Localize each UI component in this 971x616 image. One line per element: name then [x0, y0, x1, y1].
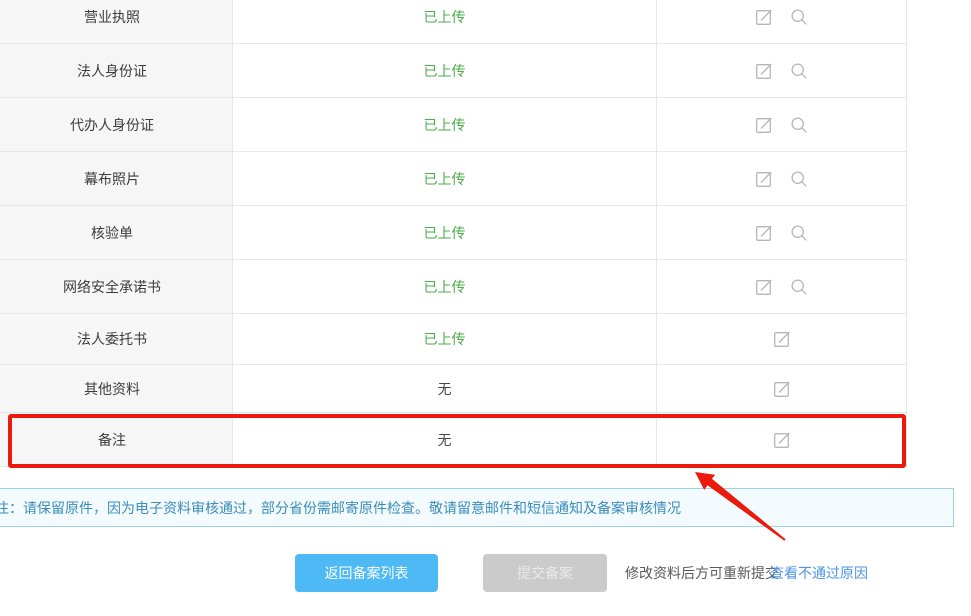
status-cell: 已上传 [233, 0, 657, 43]
actions-cell [657, 413, 906, 466]
search-icon[interactable] [789, 115, 809, 135]
document-type-cell: 法人身份证 [0, 44, 233, 97]
edit-icon[interactable] [754, 115, 774, 135]
document-type-cell: 代办人身份证 [0, 98, 233, 151]
table-row: 法人身份证 已上传 [0, 44, 906, 98]
status-text: 已上传 [424, 223, 466, 243]
edit-icon[interactable] [754, 7, 774, 27]
documents-table: 营业执照已上传法人身份证已上传代办人身份证已上传幕布照片已上传核验单已上传网络安… [0, 0, 907, 467]
table-row: 备注 无 [0, 413, 906, 467]
table-row: 核验单 已上传 [0, 206, 906, 260]
edit-icon[interactable] [754, 61, 774, 81]
status-cell: 已上传 [233, 260, 657, 313]
document-type-label: 幕布照片 [84, 169, 140, 189]
document-type-cell: 营业执照 [0, 0, 233, 43]
notice-bar: 注：请保留原件，因为电子资料审核通过，部分省份需邮寄原件检查。敬请留意邮件和短信… [0, 488, 954, 527]
document-type-label: 代办人身份证 [70, 115, 154, 135]
status-cell: 已上传 [233, 98, 657, 151]
table-row: 幕布照片 已上传 [0, 152, 906, 206]
search-icon[interactable] [789, 169, 809, 189]
edit-icon[interactable] [772, 430, 792, 450]
document-type-label: 网络安全承诺书 [63, 277, 161, 297]
status-text: 已上传 [424, 169, 466, 189]
table-row: 网络安全承诺书 已上传 [0, 260, 906, 314]
document-type-label: 法人委托书 [77, 329, 147, 349]
search-icon[interactable] [789, 61, 809, 81]
icp-filing-page: 营业执照已上传法人身份证已上传代办人身份证已上传幕布照片已上传核验单已上传网络安… [0, 0, 971, 616]
actions-cell [657, 314, 906, 364]
edit-icon[interactable] [754, 277, 774, 297]
status-text: 已上传 [424, 115, 466, 135]
status-text: 已上传 [424, 61, 466, 81]
status-cell: 已上传 [233, 314, 657, 364]
table-row: 代办人身份证 已上传 [0, 98, 906, 152]
table-row: 营业执照 已上传 [0, 0, 906, 44]
edit-icon[interactable] [754, 169, 774, 189]
notice-text: 注：请保留原件，因为电子资料审核通过，部分省份需邮寄原件检查。敬请留意邮件和短信… [0, 498, 681, 518]
status-text: 无 [438, 379, 452, 399]
actions-cell [657, 152, 906, 205]
actions-cell [657, 44, 906, 97]
search-icon[interactable] [789, 7, 809, 27]
footer-actions: 返回备案列表 提交备案 修改资料后方可重新提交 查看不通过原因 [0, 554, 971, 592]
search-icon[interactable] [789, 277, 809, 297]
status-text: 无 [438, 430, 452, 450]
document-type-label: 核验单 [91, 223, 133, 243]
status-text: 已上传 [424, 7, 466, 27]
document-type-label: 营业执照 [84, 7, 140, 27]
document-type-cell: 核验单 [0, 206, 233, 259]
document-type-cell: 幕布照片 [0, 152, 233, 205]
actions-cell [657, 0, 906, 43]
status-text: 已上传 [424, 329, 466, 349]
document-type-label: 备注 [98, 430, 126, 450]
actions-cell [657, 206, 906, 259]
document-type-cell: 备注 [0, 413, 233, 466]
status-cell: 无 [233, 413, 657, 466]
resubmit-hint-text: 修改资料后方可重新提交 [625, 554, 779, 592]
status-cell: 已上传 [233, 44, 657, 97]
table-row: 法人委托书 已上传 [0, 314, 906, 365]
status-cell: 已上传 [233, 152, 657, 205]
table-row: 其他资料 无 [0, 365, 906, 413]
status-cell: 无 [233, 365, 657, 412]
status-text: 已上传 [424, 277, 466, 297]
edit-icon[interactable] [772, 329, 792, 349]
actions-cell [657, 98, 906, 151]
edit-icon[interactable] [772, 379, 792, 399]
document-type-cell: 其他资料 [0, 365, 233, 412]
actions-cell [657, 365, 906, 412]
back-to-filing-list-button[interactable]: 返回备案列表 [295, 554, 438, 592]
edit-icon[interactable] [754, 223, 774, 243]
view-rejection-reason-link[interactable]: 查看不通过原因 [770, 554, 868, 592]
document-type-label: 其他资料 [84, 379, 140, 399]
status-cell: 已上传 [233, 206, 657, 259]
document-type-cell: 网络安全承诺书 [0, 260, 233, 313]
submit-filing-button[interactable]: 提交备案 [483, 554, 607, 592]
actions-cell [657, 260, 906, 313]
search-icon[interactable] [789, 223, 809, 243]
document-type-label: 法人身份证 [77, 61, 147, 81]
document-type-cell: 法人委托书 [0, 314, 233, 364]
